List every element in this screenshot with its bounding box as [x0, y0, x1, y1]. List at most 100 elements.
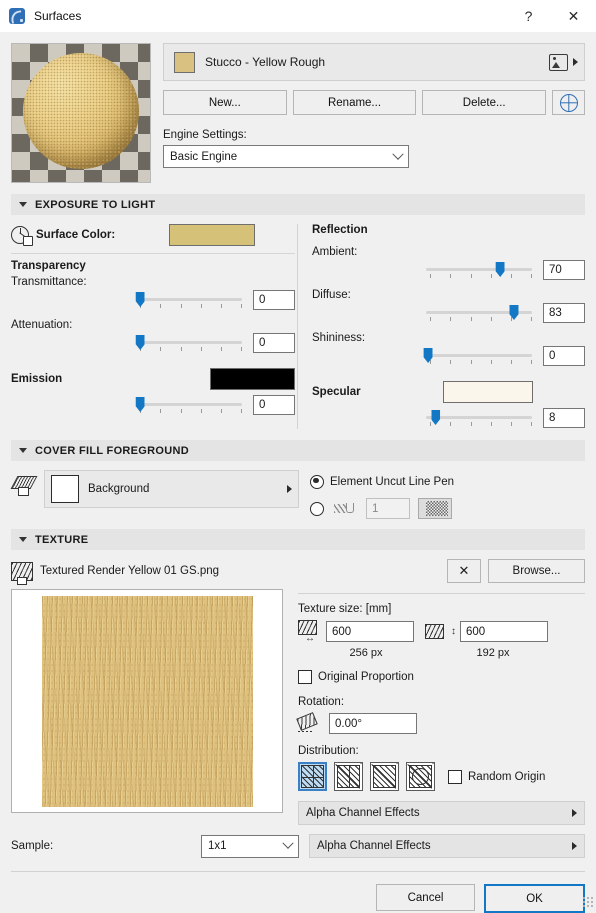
diffuse-input[interactable]: 83	[543, 303, 585, 323]
cancel-button[interactable]: Cancel	[376, 884, 475, 911]
diffuse-row: 83	[312, 302, 585, 324]
specular-color-swatch[interactable]	[442, 381, 533, 403]
image-picker-icon[interactable]	[549, 53, 568, 71]
distribution-radial-button[interactable]	[406, 762, 435, 791]
horizontal-arrow-icon: ↔	[305, 633, 315, 644]
original-proportion-checkbox[interactable]	[298, 670, 312, 684]
attenuation-input[interactable]: 0	[253, 333, 295, 353]
texture-preview	[11, 589, 283, 813]
original-proportion-row[interactable]: Original Proportion	[298, 670, 585, 684]
section-cover-fill-foreground[interactable]: COVER FILL FOREGROUND	[11, 440, 585, 461]
section-texture-label: TEXTURE	[35, 533, 89, 546]
texture-file-name: Textured Render Yellow 01 GS.png	[40, 565, 220, 577]
texture-height-icon	[425, 624, 444, 639]
texture-size-label: Texture size: [mm]	[298, 603, 392, 615]
alpha-channel-effects-bar[interactable]: Alpha Channel Effects	[309, 834, 585, 858]
rotation-input[interactable]: 0.00°	[329, 713, 417, 734]
radio-element-uncut-pen[interactable]	[310, 474, 324, 489]
shininess-row: 0	[312, 345, 585, 367]
section-exposure-to-light[interactable]: EXPOSURE TO LIGHT	[11, 194, 585, 215]
attenuation-row: 0	[11, 332, 295, 354]
texture-file-row: Textured Render Yellow 01 GS.png ✕ Brows…	[0, 559, 596, 585]
specular-input[interactable]: 8	[543, 408, 585, 428]
top-right-panel: Stucco - Yellow Rough New... Rename... D…	[163, 43, 586, 183]
material-selector[interactable]: Stucco - Yellow Rough	[163, 43, 585, 81]
material-swatch	[174, 51, 195, 73]
alpha-channel-effects-panel[interactable]: Alpha Channel Effects	[298, 801, 585, 825]
rotation-row: 0.00°	[298, 713, 585, 734]
emission-color-swatch[interactable]	[210, 368, 295, 390]
ambient-slider[interactable]	[426, 259, 532, 281]
shininess-slider[interactable]	[423, 345, 532, 367]
engine-settings-label: Engine Settings:	[163, 129, 247, 141]
radio-custom-pen[interactable]	[310, 501, 324, 516]
shininess-input[interactable]: 0	[543, 346, 585, 366]
new-button[interactable]: New...	[163, 90, 287, 115]
bottom-row: Sample: 1x1 Alpha Channel Effects	[0, 834, 596, 858]
surfaces-dialog: Surfaces ? ✕ Stucco - Yellow Rough New..…	[0, 0, 596, 913]
specular-slider[interactable]	[426, 407, 532, 429]
resize-grip[interactable]	[582, 896, 593, 907]
original-proportion-label: Original Proportion	[318, 671, 414, 683]
chevron-right-icon	[572, 842, 577, 850]
distribution-cross-button[interactable]	[370, 762, 399, 791]
emission-slider[interactable]	[135, 394, 242, 416]
emission-input[interactable]: 0	[253, 395, 295, 415]
pen-number-input[interactable]: 1	[366, 498, 410, 519]
emission-label: Emission	[11, 373, 63, 385]
distribution-label: Distribution:	[298, 745, 359, 757]
window-title: Surfaces	[34, 9, 82, 23]
line-pen-options: Element Uncut Line Pen 1	[310, 470, 454, 519]
texture-body: Texture size: [mm] ↔ 600 ↕ 600 256 px 19…	[0, 589, 596, 825]
diffuse-slider[interactable]	[426, 302, 532, 324]
title-bar: Surfaces ? ✕	[0, 0, 596, 33]
radio-custom-pen-row[interactable]: 1	[310, 498, 454, 519]
clear-texture-button[interactable]: ✕	[447, 559, 481, 583]
sample-label: Sample:	[11, 840, 54, 852]
divider	[298, 593, 585, 594]
chevron-right-icon[interactable]	[573, 58, 578, 66]
cover-fill-selector[interactable]: Background	[44, 470, 299, 508]
texture-height-input[interactable]: 600	[460, 621, 548, 642]
caret-down-icon	[19, 448, 27, 453]
specular-slider-row: 8	[312, 407, 585, 429]
engine-settings-value: Basic Engine	[170, 150, 238, 163]
sample-select[interactable]: 1x1	[201, 834, 299, 858]
close-button[interactable]: ✕	[551, 0, 596, 32]
texture-width-input[interactable]: 600	[326, 621, 414, 642]
ambient-input[interactable]: 70	[543, 260, 585, 280]
browse-button[interactable]: Browse...	[488, 559, 585, 583]
transmittance-slider[interactable]	[135, 289, 242, 311]
distribution-fan-button[interactable]	[334, 762, 363, 791]
pattern-swatch[interactable]	[418, 498, 452, 519]
diffuse-label: Diffuse:	[312, 289, 351, 301]
engine-settings-select[interactable]: Basic Engine	[163, 145, 409, 168]
footer-buttons: Cancel OK	[0, 872, 596, 913]
transparency-label: Transparency	[11, 260, 86, 272]
chevron-right-icon[interactable]	[287, 485, 292, 493]
attenuation-slider[interactable]	[135, 332, 242, 354]
specular-row: Specular	[312, 381, 585, 403]
delete-button[interactable]: Delete...	[422, 90, 547, 115]
surface-color-swatch[interactable]	[169, 224, 256, 246]
texture-px-row: 256 px 192 px	[298, 647, 585, 659]
help-button[interactable]: ?	[506, 0, 551, 32]
chevron-down-icon	[392, 148, 404, 160]
divider	[11, 253, 295, 254]
radio-element-uncut-pen-row[interactable]: Element Uncut Line Pen	[310, 472, 454, 491]
distribution-row: Random Origin	[298, 762, 585, 791]
exposure-left-column: Surface Color: Transparency Transmittanc…	[11, 224, 295, 429]
rename-button[interactable]: Rename...	[292, 90, 417, 115]
material-preview	[11, 43, 151, 183]
cover-fill-swatch	[51, 475, 79, 503]
chevron-down-icon	[282, 837, 294, 849]
ok-button[interactable]: OK	[484, 884, 585, 913]
distribution-box-button[interactable]	[298, 762, 327, 791]
transmittance-input[interactable]: 0	[253, 290, 295, 310]
web-catalog-button[interactable]	[552, 90, 586, 115]
section-texture[interactable]: TEXTURE	[11, 529, 585, 550]
caret-down-icon	[19, 537, 27, 542]
random-origin-checkbox[interactable]	[448, 769, 462, 784]
alpha-channel-effects-bar-label: Alpha Channel Effects	[317, 840, 431, 852]
shininess-label: Shininess:	[312, 332, 366, 344]
